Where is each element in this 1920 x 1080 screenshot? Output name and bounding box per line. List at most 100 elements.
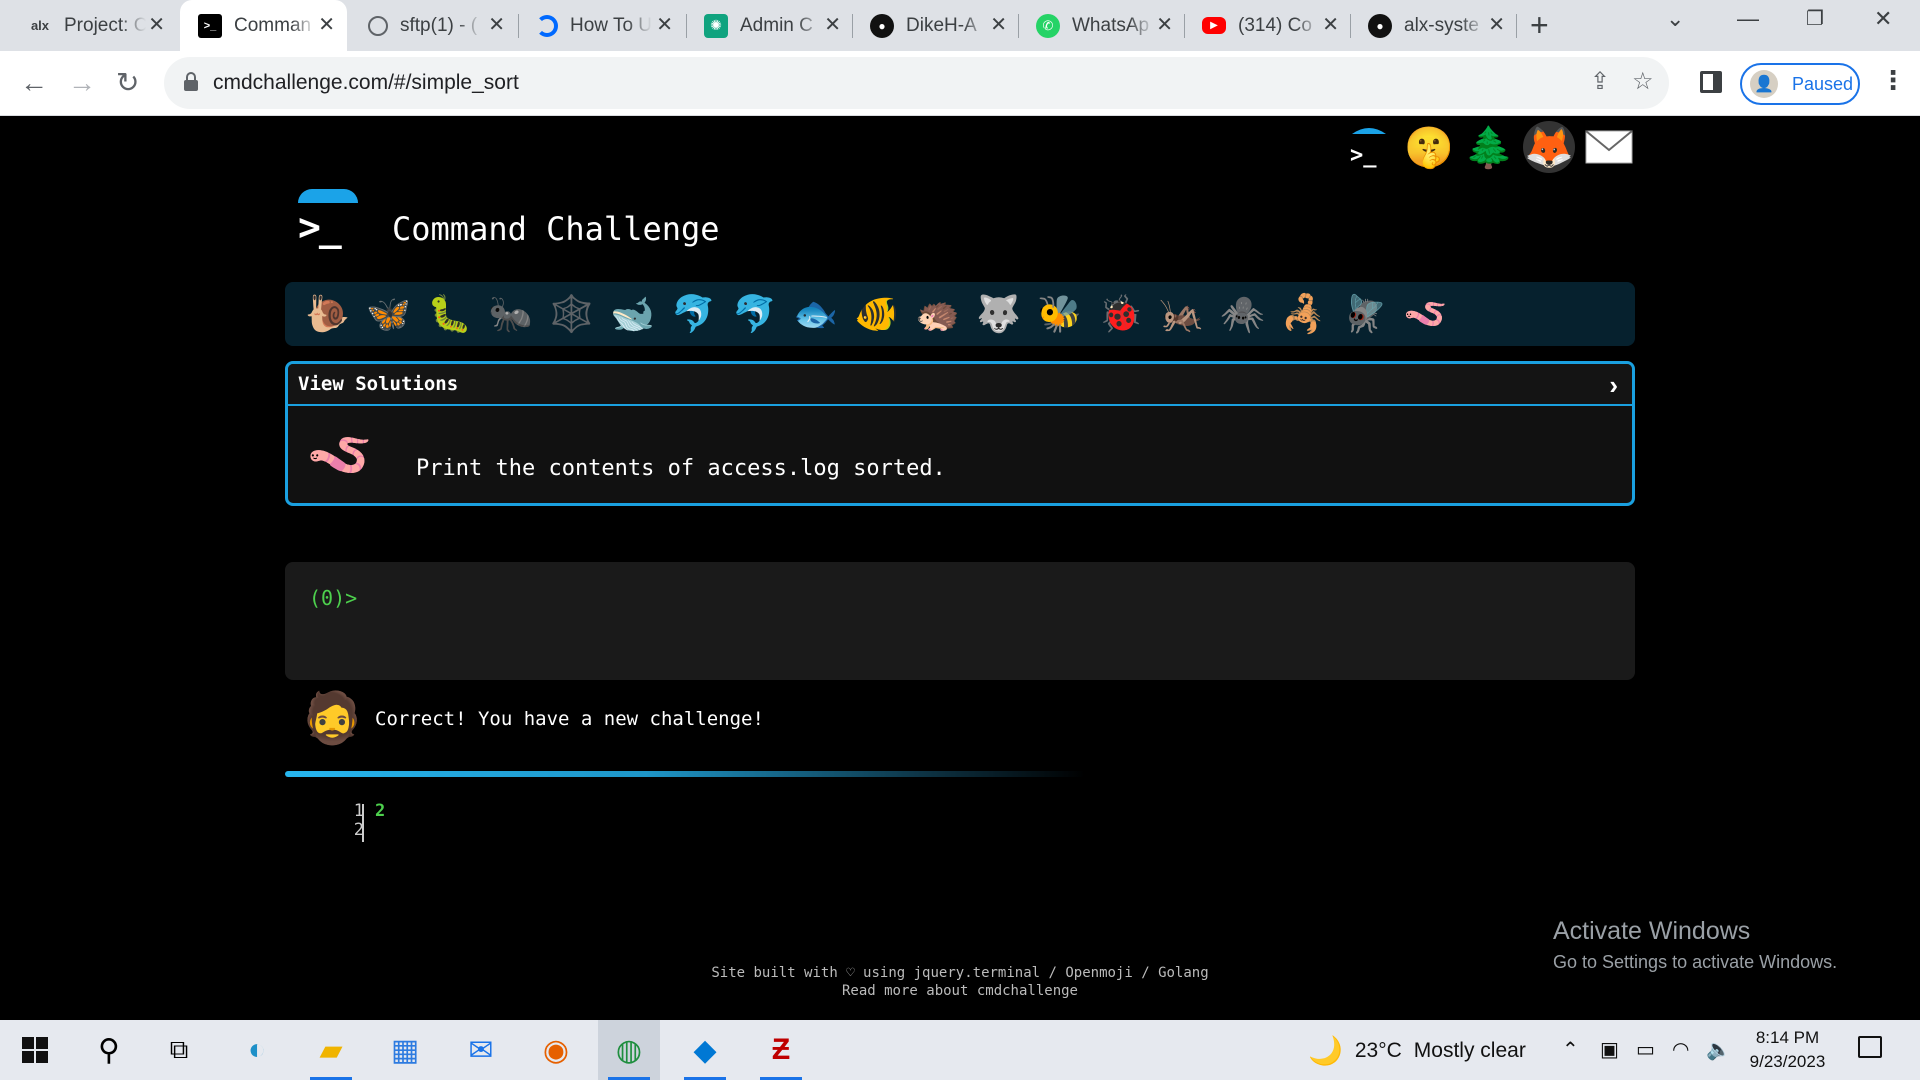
- reload-icon[interactable]: ↻: [116, 63, 139, 103]
- challenge-description: Print the contents of access.log sorted.: [416, 456, 946, 481]
- cricket-icon[interactable]: 🦗: [1151, 282, 1212, 346]
- avatar: 👤: [1750, 70, 1778, 98]
- tab-title: sftp(1) - (: [400, 14, 478, 36]
- forward-arrow-icon[interactable]: →: [68, 63, 96, 103]
- dolphin-icon[interactable]: 🐬: [663, 282, 724, 346]
- tab-sftp[interactable]: sftp(1) - ( ✕: [350, 0, 517, 51]
- browser-toolbar: ← → ↻ cmdchallenge.com/#/simple_sort ⇪ ☆…: [0, 51, 1920, 116]
- close-icon[interactable]: ✕: [1488, 13, 1505, 37]
- globe-icon: [368, 15, 388, 36]
- tab-github-alx[interactable]: ● alx-syste ✕: [1350, 0, 1517, 51]
- file-explorer-icon[interactable]: ▰: [300, 1020, 362, 1080]
- weather-temp: 23°C: [1354, 1038, 1402, 1062]
- share-icon[interactable]: ⇪: [1590, 67, 1610, 96]
- bee-icon[interactable]: 🐝: [1029, 282, 1090, 346]
- bookmark-star-icon[interactable]: ☆: [1632, 67, 1654, 96]
- close-icon[interactable]: ✕: [318, 13, 335, 37]
- cmdchallenge-icon[interactable]: >_: [1343, 121, 1395, 173]
- whale-icon[interactable]: 🐋: [602, 282, 663, 346]
- tab-youtube[interactable]: ▶ (314) Co ✕: [1184, 0, 1351, 51]
- footer-about-link[interactable]: Read more about cmdchallenge: [0, 982, 1920, 1000]
- terminal-input[interactable]: (0)>: [285, 562, 1635, 680]
- close-window-button[interactable]: ✕: [1874, 6, 1892, 32]
- wifi-icon[interactable]: ◠: [1672, 1037, 1689, 1062]
- close-icon[interactable]: ✕: [656, 13, 673, 37]
- lock-icon[interactable]: [184, 72, 198, 91]
- view-solutions-toggle[interactable]: View Solutions ›: [288, 364, 1632, 406]
- tab-whatsapp[interactable]: ✆ WhatsAp ✕: [1018, 0, 1185, 51]
- mail-icon[interactable]: ✉: [450, 1020, 512, 1080]
- close-icon[interactable]: ✕: [148, 13, 165, 37]
- tab-search-chevron-icon[interactable]: ⌄: [1666, 6, 1684, 32]
- vscode-icon[interactable]: ◆: [674, 1020, 736, 1080]
- tab-how-to[interactable]: How To U ✕: [518, 0, 685, 51]
- tab-title: Project: C: [64, 14, 146, 36]
- search-icon[interactable]: ⚲: [78, 1020, 140, 1080]
- ladybug-icon[interactable]: 🐞: [1090, 282, 1151, 346]
- chrome-icon[interactable]: ◍: [598, 1020, 660, 1080]
- page-title: Command Challenge: [392, 210, 720, 248]
- close-icon[interactable]: ✕: [1156, 13, 1173, 37]
- weather-widget[interactable]: 🌙 23°C Mostly clear: [1308, 1034, 1526, 1067]
- butterfly-icon[interactable]: 🦋: [358, 282, 419, 346]
- menu-kebab-icon[interactable]: ⋮: [1880, 65, 1906, 96]
- meet-now-icon[interactable]: ▣: [1600, 1037, 1619, 1062]
- tab-command-challenge[interactable]: >_ Comman ✕: [180, 0, 347, 51]
- task-view-icon[interactable]: ⧉: [148, 1020, 210, 1080]
- tree-icon[interactable]: 🌲: [1463, 121, 1515, 173]
- scorpion-icon[interactable]: 🦂: [1273, 282, 1334, 346]
- address-bar[interactable]: cmdchallenge.com/#/simple_sort ⇪ ☆: [164, 57, 1669, 109]
- close-icon[interactable]: ✕: [1322, 13, 1339, 37]
- close-icon[interactable]: ✕: [488, 13, 505, 37]
- windows-taskbar: ⚲ ⧉ ◐ ▰ ▦ ✉ ◉ ◍ ◆ Ƶ 🌙 23°C Mostly clear …: [0, 1020, 1920, 1080]
- chevron-right-icon[interactable]: ›: [1609, 370, 1618, 401]
- gitlab-icon[interactable]: 🦊: [1523, 121, 1575, 173]
- system-clock[interactable]: 8:14 PM 9/23/2023: [1740, 1026, 1835, 1074]
- hedgehog-icon[interactable]: 🦔: [907, 282, 968, 346]
- tropical-fish-icon[interactable]: 🐠: [846, 282, 907, 346]
- tab-admin[interactable]: ✺ Admin C ✕: [686, 0, 853, 51]
- result-message: 🧔 Correct! You have a new challenge!: [285, 689, 1635, 749]
- battery-icon[interactable]: ▭: [1636, 1037, 1655, 1062]
- back-arrow-icon[interactable]: ←: [20, 63, 48, 103]
- tab-project[interactable]: alx Project: C ✕: [10, 0, 177, 51]
- restore-button[interactable]: ❐: [1806, 6, 1824, 31]
- tab-title: DikeH-A: [906, 14, 977, 36]
- edge-icon[interactable]: ◐: [226, 1020, 288, 1080]
- filezilla-icon[interactable]: Ƶ: [750, 1020, 812, 1080]
- caterpillar-icon[interactable]: 🐛: [419, 282, 480, 346]
- worm-icon[interactable]: 🪱: [1395, 282, 1456, 346]
- minimize-button[interactable]: —: [1737, 6, 1759, 32]
- challenge-panel: View Solutions › 🪱 Print the contents of…: [285, 361, 1635, 506]
- spider-icon[interactable]: 🕷️: [1212, 282, 1273, 346]
- envelope-icon[interactable]: [1583, 121, 1635, 173]
- moon-cloud-icon: 🌙: [1308, 1035, 1343, 1066]
- close-icon[interactable]: ✕: [990, 13, 1007, 37]
- side-panel-icon[interactable]: [1700, 71, 1722, 93]
- profile-button[interactable]: 👤 Paused: [1740, 63, 1860, 105]
- start-button[interactable]: [4, 1020, 66, 1080]
- volume-icon[interactable]: 🔈: [1706, 1037, 1731, 1062]
- tab-github-dikeh[interactable]: ● DikeH-A ✕: [852, 0, 1019, 51]
- notification-icon[interactable]: [1858, 1036, 1882, 1058]
- spider-web-icon[interactable]: 🕸️: [541, 282, 602, 346]
- firefox-icon[interactable]: ◉: [525, 1020, 587, 1080]
- url-text[interactable]: cmdchallenge.com/#/simple_sort: [213, 71, 519, 95]
- output-line: 2: [375, 801, 386, 821]
- fish-icon[interactable]: 🐟: [785, 282, 846, 346]
- fly-icon[interactable]: 🪰: [1334, 282, 1395, 346]
- shushing-face-icon[interactable]: 🤫: [1403, 121, 1455, 173]
- new-tab-button[interactable]: +: [1530, 8, 1549, 42]
- ant-icon[interactable]: 🐜: [480, 282, 541, 346]
- tab-title: How To U: [570, 14, 652, 36]
- store-icon[interactable]: ▦: [374, 1020, 436, 1080]
- close-icon[interactable]: ✕: [824, 13, 841, 37]
- tab-title: Admin C: [740, 14, 813, 36]
- dolphin-icon[interactable]: 🐬: [724, 282, 785, 346]
- wolf-icon[interactable]: 🐺: [968, 282, 1029, 346]
- view-solutions-label: View Solutions: [298, 373, 459, 395]
- tab-title: WhatsAp: [1072, 14, 1150, 36]
- snail-icon[interactable]: 🐌: [297, 282, 358, 346]
- chevron-up-icon[interactable]: ⌃: [1562, 1037, 1579, 1062]
- github-icon: ●: [870, 13, 894, 38]
